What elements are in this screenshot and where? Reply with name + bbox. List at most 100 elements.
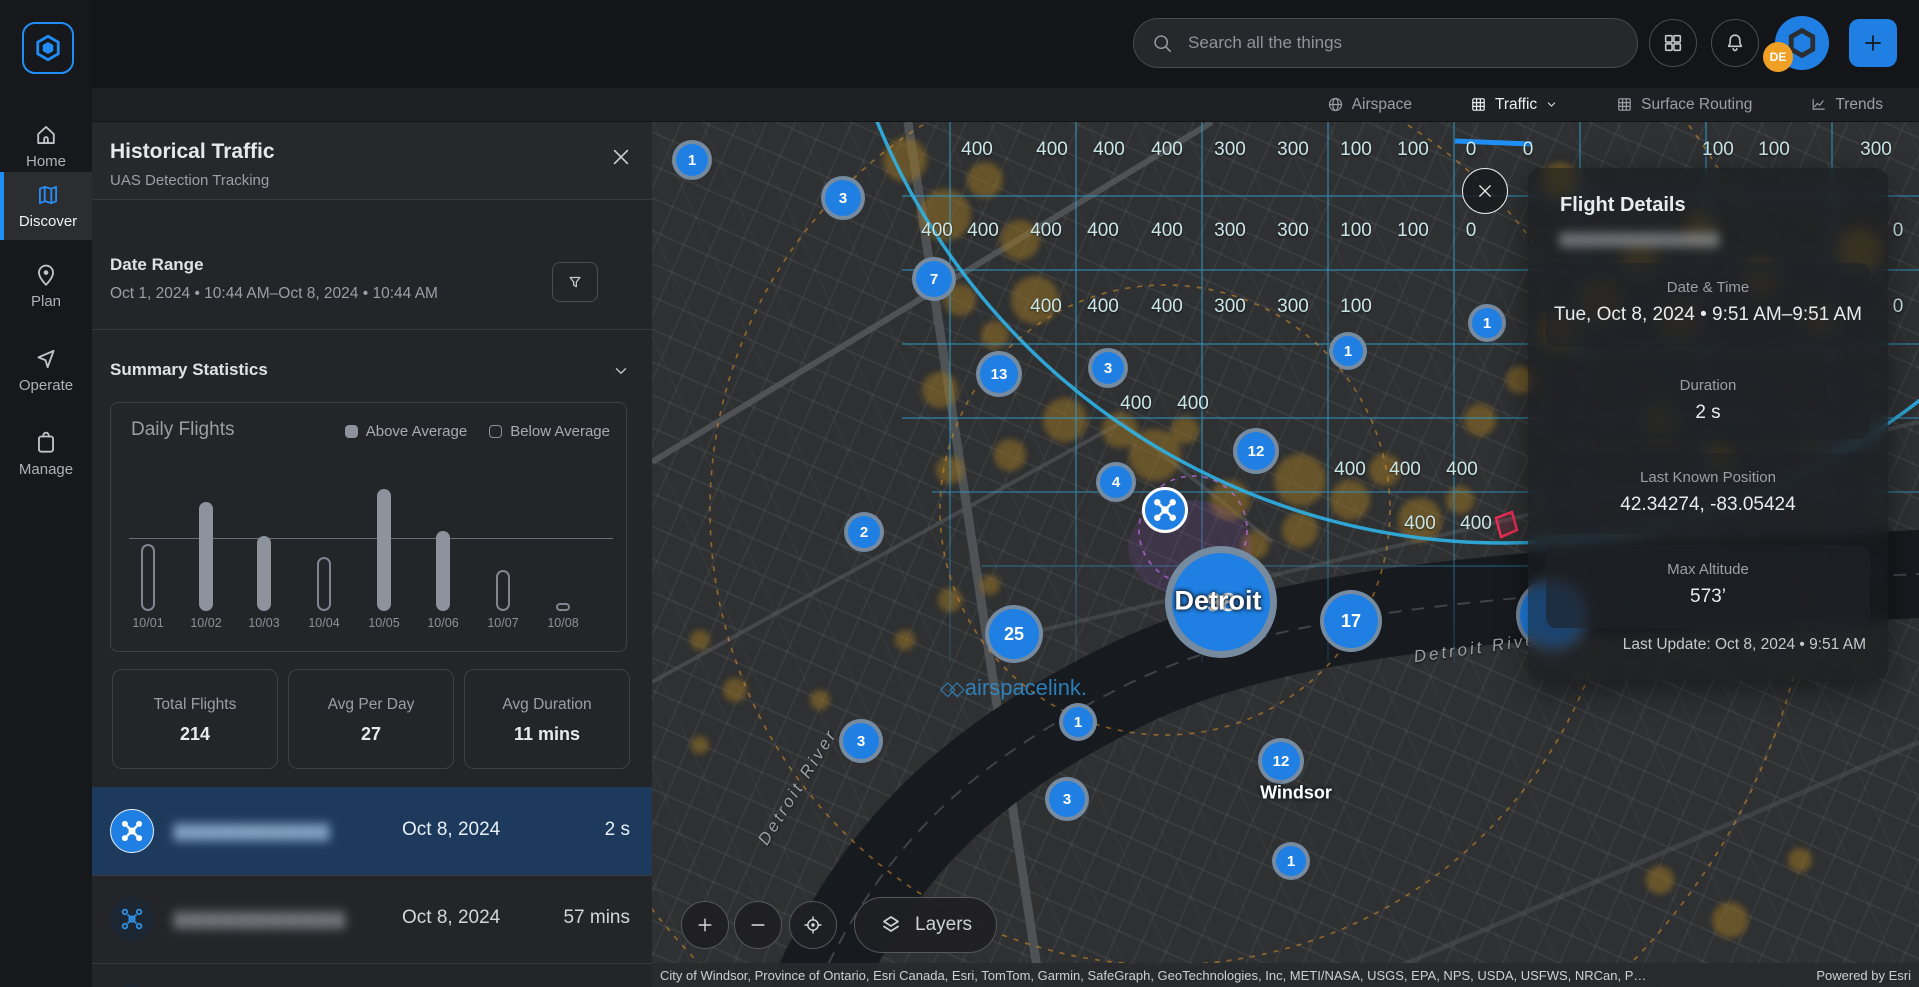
- stat-value: 214: [113, 724, 277, 745]
- sidebar-item-discover[interactable]: Discover: [0, 172, 92, 240]
- app-logo[interactable]: [22, 22, 74, 74]
- grid-number: 400: [1177, 393, 1209, 415]
- panel-close-button[interactable]: [610, 146, 632, 168]
- grid-number: 0: [1893, 296, 1904, 318]
- cluster-marker[interactable]: 7: [912, 257, 956, 301]
- map-icon: [35, 182, 61, 208]
- layers-label: Layers: [915, 914, 972, 936]
- grid-number: 0: [1523, 139, 1534, 161]
- alert-polygon: [1496, 512, 1517, 537]
- apps-grid-button[interactable]: [1649, 19, 1697, 67]
- cluster-marker[interactable]: 4: [1096, 462, 1136, 502]
- bar-10/08[interactable]: [556, 603, 570, 611]
- powered-by-esri: Powered by Esri: [1802, 968, 1911, 983]
- tab-trends[interactable]: Trends: [1810, 96, 1883, 114]
- bar-10/03[interactable]: [257, 536, 271, 611]
- drone-icon: [110, 897, 154, 941]
- map-attribution: City of Windsor, Province of Ontario, Es…: [652, 963, 1919, 987]
- bar-10/04[interactable]: [317, 557, 331, 611]
- detail-date-time: Date & TimeTue, Oct 8, 2024 • 9:51 AM–9:…: [1546, 263, 1870, 347]
- cluster-marker[interactable]: 1: [1329, 332, 1367, 370]
- tab-label: Traffic: [1495, 96, 1537, 114]
- grid-number: 400: [1036, 139, 1068, 161]
- flight-row[interactable]: ▆▆▆▆▆▆▆▆▆▆▆Oct 8, 202457 mins: [92, 875, 652, 963]
- grid-number: 300: [1277, 139, 1309, 161]
- global-search[interactable]: [1133, 18, 1638, 68]
- chart-title: Daily Flights: [131, 419, 234, 441]
- outline-swatch-icon: [489, 425, 502, 438]
- drone-icon: [1152, 497, 1178, 523]
- grid-number: 400: [921, 220, 953, 242]
- selected-drone-marker[interactable]: [1142, 487, 1188, 533]
- cluster-marker[interactable]: 1: [672, 140, 712, 180]
- filter-button[interactable]: [552, 262, 598, 302]
- legend-label: Above Average: [366, 423, 467, 440]
- bar-10/06[interactable]: [436, 531, 450, 611]
- home-icon: [33, 122, 59, 148]
- sidebar-item-operate[interactable]: Operate: [0, 336, 92, 404]
- sidebar-item-label: Discover: [4, 213, 92, 230]
- legend-below-average[interactable]: Below Average: [489, 423, 610, 440]
- grid-number: 100: [1758, 139, 1790, 161]
- cluster-marker[interactable]: 3: [1088, 348, 1128, 388]
- legend-above-average[interactable]: Above Average: [345, 423, 467, 440]
- zoom-out-button[interactable]: [734, 901, 782, 949]
- cluster-marker[interactable]: 1: [1272, 842, 1310, 880]
- user-avatar[interactable]: DE: [1775, 16, 1829, 70]
- cluster-marker[interactable]: 17: [1320, 590, 1382, 652]
- tab-surface-routing[interactable]: Surface Routing: [1616, 96, 1752, 114]
- grid-number: 400: [1151, 220, 1183, 242]
- row-divider: [92, 875, 652, 876]
- bar-10/01[interactable]: [141, 544, 155, 611]
- detail-label: Date & Time: [1546, 279, 1870, 296]
- cluster-marker[interactable]: 1: [1468, 304, 1506, 342]
- bar-10/05[interactable]: [377, 489, 391, 611]
- grid-number: 400: [1087, 296, 1119, 318]
- grid-number: 100: [1397, 139, 1429, 161]
- sidebar-item-manage[interactable]: Manage: [0, 420, 92, 488]
- tab-traffic[interactable]: Traffic: [1470, 96, 1558, 114]
- date-range-value: Oct 1, 2024 • 10:44 AM–Oct 8, 2024 • 10:…: [110, 285, 438, 303]
- cluster-marker[interactable]: 3: [839, 719, 883, 763]
- grid-number: 100: [1340, 220, 1372, 242]
- flight-row[interactable]: ▆▆▆▆▆▆▆▆▆▆Oct 7, 202452 mins: [92, 963, 652, 987]
- crosshair-icon: [803, 915, 823, 935]
- bar-tick-label: 10/02: [190, 616, 221, 630]
- stat-value: 27: [289, 724, 453, 745]
- bar-10/07[interactable]: [496, 570, 510, 611]
- cluster-marker[interactable]: 13: [976, 351, 1022, 397]
- notifications-button[interactable]: [1711, 19, 1759, 67]
- grid-number: 400: [1151, 296, 1183, 318]
- bar-10/02[interactable]: [199, 502, 213, 611]
- flight-id-masked: ▆▆▆▆▆▆▆▆▆▆▆: [174, 907, 346, 930]
- locate-button[interactable]: [789, 901, 837, 949]
- details-close-button[interactable]: [1462, 168, 1508, 214]
- cluster-marker[interactable]: 12: [1258, 738, 1304, 784]
- gridcells-icon: [1616, 96, 1633, 113]
- detail-value: 42.34274, -83.05424: [1546, 494, 1870, 516]
- hexagon-logo-icon: [33, 33, 63, 63]
- chevron-down-icon[interactable]: [612, 362, 630, 380]
- cluster-marker[interactable]: 12: [1233, 428, 1279, 474]
- layers-button[interactable]: Layers: [854, 897, 997, 953]
- cluster-marker[interactable]: 25: [985, 605, 1043, 663]
- tab-label: Airspace: [1352, 96, 1412, 114]
- create-new-button[interactable]: [1849, 19, 1897, 67]
- sidebar-item-plan[interactable]: Plan: [0, 252, 92, 320]
- sidebar-item-home[interactable]: Home: [0, 112, 92, 180]
- flight-row[interactable]: ▆▆▆▆▆▆▆▆▆▆Oct 8, 20242 s: [92, 787, 652, 875]
- cluster-marker[interactable]: 3: [821, 176, 865, 220]
- zoom-in-button[interactable]: [681, 901, 729, 949]
- search-input[interactable]: [1186, 32, 1619, 54]
- grid-number: 300: [1214, 220, 1246, 242]
- cluster-marker[interactable]: 3: [1045, 777, 1089, 821]
- trend-icon: [1810, 96, 1827, 113]
- bar-tick-label: 10/07: [487, 616, 518, 630]
- grid-number: 300: [1277, 220, 1309, 242]
- bar-tick-label: 10/06: [427, 616, 458, 630]
- daily-flights-chart: Daily Flights Above Average Below Average…: [110, 402, 627, 652]
- cluster-marker[interactable]: 98: [1165, 546, 1277, 658]
- cluster-marker[interactable]: 1: [1059, 703, 1097, 741]
- cluster-marker[interactable]: 2: [844, 512, 884, 552]
- tab-airspace[interactable]: Airspace: [1327, 96, 1412, 114]
